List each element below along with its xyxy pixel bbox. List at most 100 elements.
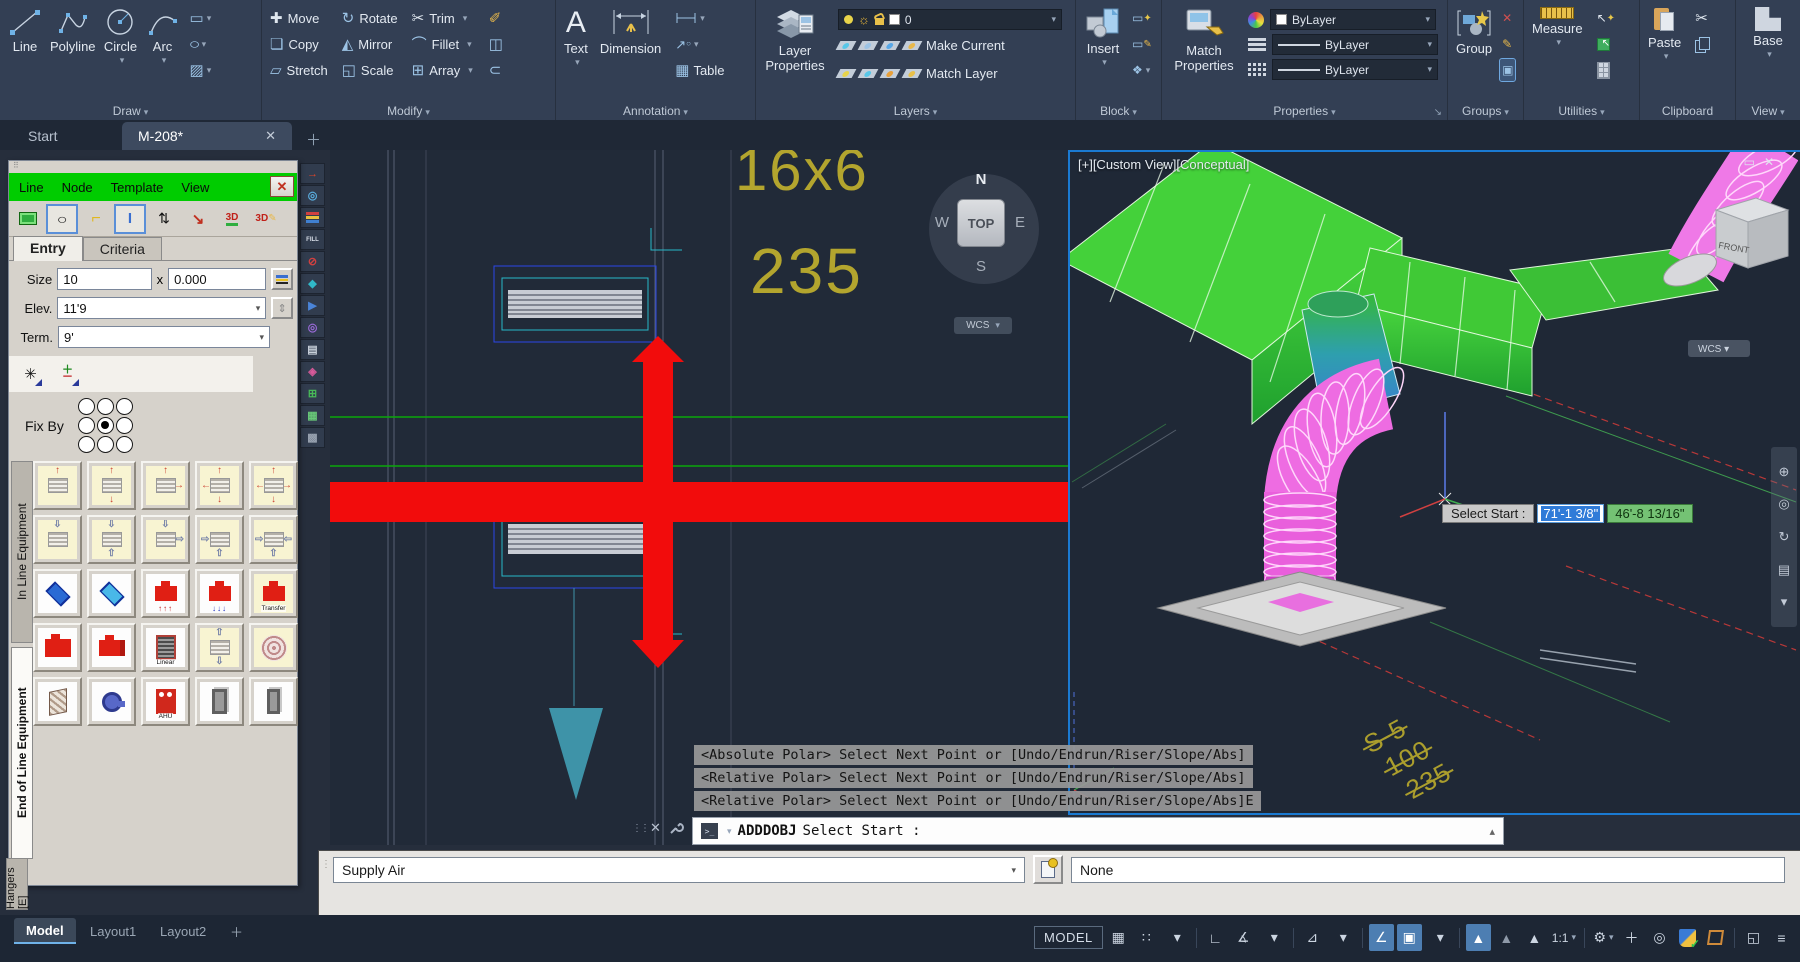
command-line[interactable]: >_ ▾ ADDDOBJ Select Start : ▴ xyxy=(692,817,1504,845)
steering-wheel-icon[interactable]: ▤ xyxy=(1778,562,1790,578)
compass-south[interactable]: S xyxy=(971,258,991,275)
layer-thaw-icon[interactable] xyxy=(880,69,901,78)
panel-label-annotation[interactable]: Annotation▾ xyxy=(556,104,755,118)
snap-mode-toggle[interactable]: ∷ xyxy=(1134,924,1159,951)
panel-label-draw[interactable]: Draw▾ xyxy=(0,104,261,118)
equipment-item[interactable]: ↑→ xyxy=(141,461,190,510)
rectangle-tool-button[interactable]: ▭▾ xyxy=(188,7,214,29)
layer-combo[interactable]: ☼ 0 ▾ xyxy=(838,9,1062,30)
navbar-more-icon[interactable]: ▾ xyxy=(1781,594,1788,610)
system-type-combo[interactable]: Supply Air ▾ xyxy=(333,857,1025,883)
layer-stack-tool[interactable] xyxy=(300,207,325,228)
fixby-radio[interactable] xyxy=(116,417,133,434)
viewport-restore-icon[interactable]: ▭ xyxy=(1744,155,1755,169)
fixby-radio-selected[interactable] xyxy=(97,417,114,434)
panel-label-block[interactable]: Block▾ xyxy=(1076,104,1161,118)
equipment-item[interactable] xyxy=(33,569,82,618)
equipment-item[interactable] xyxy=(87,623,136,672)
shade-tool[interactable]: ▩ xyxy=(300,427,325,448)
fixby-radio[interactable] xyxy=(78,436,95,453)
flow-tool[interactable]: ▶ xyxy=(300,295,325,316)
split-tool[interactable]: ⇅ xyxy=(148,204,180,234)
equipment-item[interactable] xyxy=(87,677,136,726)
palette-menu-node[interactable]: Node xyxy=(62,180,93,195)
category-tab-in-line-equipment[interactable]: In Line Equipment xyxy=(11,461,33,643)
grid-display-toggle[interactable]: ▦ xyxy=(1106,924,1131,951)
quick-select-button[interactable]: ↖✦ xyxy=(1595,7,1617,29)
object-snap-toggle[interactable]: ▣ xyxy=(1397,924,1422,951)
round-duct-tool[interactable]: ○ xyxy=(46,204,78,234)
selection-filter-combo[interactable]: None xyxy=(1071,857,1785,883)
equipment-item[interactable]: ⇧⇩ xyxy=(195,623,244,672)
move-button[interactable]: ✚Move xyxy=(266,5,332,31)
3d-canvas[interactable]: FRONT WCS ▾ S-5 100 235 xyxy=(1070,152,1798,813)
palette-menu-view[interactable]: View xyxy=(181,180,209,195)
new-tab-plus-icon[interactable]: ＋ xyxy=(306,129,321,150)
size-input[interactable]: 10 xyxy=(57,268,151,290)
terminal-combo[interactable]: 9'▾ xyxy=(58,326,270,348)
quick-calculator-button[interactable] xyxy=(1595,59,1617,81)
block-editor-button[interactable]: ❖▾ xyxy=(1130,59,1154,81)
viewcube-3d[interactable]: FRONT xyxy=(1716,198,1788,268)
add-remove-option-button[interactable]: ＋－ xyxy=(54,361,81,388)
match-properties-button[interactable]: Match Properties xyxy=(1166,5,1242,76)
rotate-button[interactable]: ↻Rotate xyxy=(338,5,402,31)
command-expand-icon[interactable]: ▴ xyxy=(1489,825,1495,838)
list-tool[interactable]: ▤ xyxy=(300,339,325,360)
line-tool-button[interactable]: Line xyxy=(4,5,46,57)
pan-tool-icon[interactable]: ⊕ xyxy=(1779,464,1790,480)
palette-menu-template[interactable]: Template xyxy=(111,180,164,195)
file-tab-start[interactable]: Start xyxy=(12,122,122,150)
category-tab-hangers[interactable]: Hangers [E] xyxy=(6,858,28,910)
tab-layout1[interactable]: Layout1 xyxy=(78,918,148,944)
chevron-down-icon[interactable]: ▾ xyxy=(1262,924,1287,951)
scale-button[interactable]: ◱Scale xyxy=(338,57,402,83)
3d-edit-tool[interactable]: 3D✎ xyxy=(250,204,282,234)
tab-layout2[interactable]: Layout2 xyxy=(148,918,218,944)
explode-button[interactable]: ◫ xyxy=(487,33,505,55)
workspace-switching-button[interactable]: ⚙▾ xyxy=(1591,924,1616,951)
equipment-item[interactable]: ↓↓↓ xyxy=(195,569,244,618)
fixby-radio[interactable] xyxy=(116,398,133,415)
annotation-scale-button[interactable]: 1:1▾ xyxy=(1550,924,1578,951)
elbow-tool[interactable]: ⌐ xyxy=(80,204,112,234)
no-fill-tool[interactable]: ⊘ xyxy=(300,251,325,272)
object-color-combo[interactable]: ByLayer▾ xyxy=(1270,9,1436,30)
write-block-button[interactable]: ▭✎ xyxy=(1130,33,1154,55)
annotation-visibility-toggle[interactable]: ▲ xyxy=(1466,924,1491,951)
insert-block-button[interactable]: Insert ▾ xyxy=(1080,5,1126,69)
close-icon[interactable]: ✕ xyxy=(265,128,276,144)
layer-lock-icon[interactable] xyxy=(902,41,923,50)
zoom-tool[interactable]: ◎ xyxy=(300,185,325,206)
elevation-combo[interactable]: 11'9▾ xyxy=(57,297,266,319)
panel-label-properties[interactable]: Properties▾↘ xyxy=(1162,104,1447,118)
equipment-item[interactable]: ↑↑↑ xyxy=(141,569,190,618)
viewport-close-icon[interactable]: ✕ xyxy=(1764,155,1774,169)
command-bar-close-icon[interactable]: ✕ xyxy=(650,820,661,836)
inspect-tool[interactable]: ◎ xyxy=(300,317,325,338)
lineweight-combo[interactable]: ByLayer▾ xyxy=(1272,34,1438,55)
compass-north[interactable]: N xyxy=(971,171,991,188)
group-selection-toggle[interactable]: ▣ xyxy=(1500,59,1515,81)
equipment-item[interactable] xyxy=(249,623,298,672)
tab-criteria[interactable]: Criteria xyxy=(83,237,162,260)
equipment-item[interactable]: ⇩ xyxy=(33,515,82,564)
gem-tool[interactable]: ◈ xyxy=(300,361,325,382)
equipment-item[interactable] xyxy=(87,569,136,618)
layer-on-icon[interactable] xyxy=(836,69,857,78)
arc-tool-button[interactable]: Arc ▾ xyxy=(142,5,184,67)
linear-dimension-button[interactable]: ▾ xyxy=(673,7,726,29)
fixby-radio[interactable] xyxy=(78,417,95,434)
3d-add-tool[interactable]: 3D xyxy=(216,204,248,234)
array-button[interactable]: ⊞Array▾ xyxy=(408,57,477,83)
copy-button[interactable]: ❏Copy xyxy=(266,31,332,57)
polar-tracking-toggle[interactable]: ∡ xyxy=(1231,924,1256,951)
riser-tool[interactable]: I xyxy=(114,204,146,234)
3d-viewport[interactable]: FRONT WCS ▾ S-5 100 235 [+][Custom View]… xyxy=(1068,150,1800,815)
equipment-item[interactable]: ↑←↓ xyxy=(195,461,244,510)
palette-menu-line[interactable]: Line xyxy=(19,180,44,195)
command-bar-grip[interactable]: ⋮⋮ xyxy=(632,823,648,834)
layer-off-icon[interactable] xyxy=(836,41,857,50)
panel-label-modify[interactable]: Modify▾ xyxy=(262,104,555,118)
trim-button[interactable]: ✂Trim▾ xyxy=(408,5,477,31)
